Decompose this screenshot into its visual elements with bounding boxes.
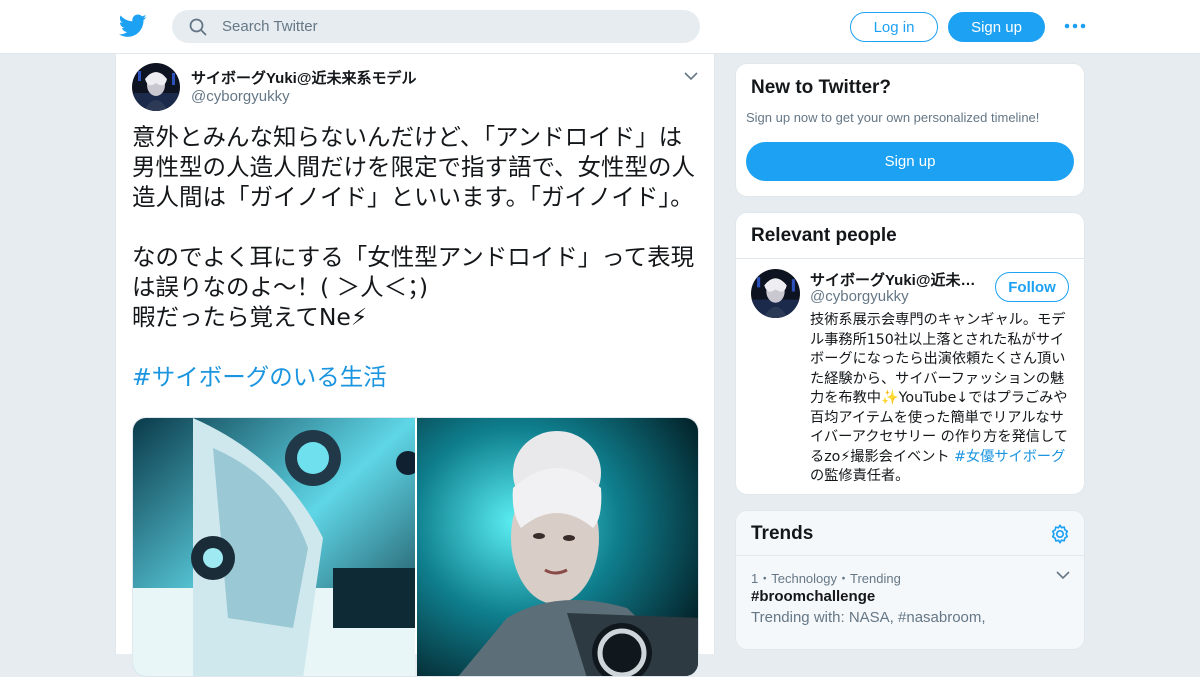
search-bar[interactable] [172, 10, 700, 43]
bio-text: 技術系展示会専門のキャンギャル。モデル事務所150社以上落とされた私がサイボーグ… [810, 312, 1068, 465]
trends-header: Trends [736, 511, 1084, 556]
signup-module-title: New to Twitter? [751, 77, 892, 98]
relevant-user-name[interactable]: サイボーグYuki@近未来系モデル [810, 269, 990, 290]
robot-photo[interactable] [133, 418, 415, 677]
gear-icon[interactable] [1049, 523, 1071, 545]
more-dots-icon[interactable] [1063, 18, 1087, 34]
relevant-people-module: Relevant people サイボーグYuki@近未来系モデル @cybor… [735, 212, 1085, 495]
chevron-down-icon[interactable] [684, 71, 698, 81]
top-navigation-bar: Log in Sign up [0, 0, 1200, 54]
chevron-down-icon[interactable] [1056, 570, 1070, 580]
twitter-bird-icon[interactable] [119, 13, 147, 39]
search-icon [189, 18, 207, 36]
trend-meta: 1・Technology・Trending [751, 571, 901, 586]
relevant-user-handle[interactable]: @cyborgyukky [810, 288, 909, 305]
trend-related: Trending with: NASA, #nasabroom, [751, 609, 986, 626]
tweet-text: 意外とみんな知らないんだけど、「アンドロイド」は男性型の人造人間だけを限定で指す… [132, 122, 702, 392]
tweet-media[interactable] [132, 417, 699, 677]
bio-text: の監修責任者。 [810, 468, 910, 484]
bio-hashtag-link[interactable]: #女優サイボーグ [954, 449, 1065, 465]
avatar[interactable] [751, 269, 800, 318]
avatar[interactable] [132, 63, 180, 111]
tweet-card: サイボーグYuki@近未来系モデル @cyborgyukky 意外とみんな知らな… [115, 54, 715, 677]
search-input[interactable] [222, 10, 682, 43]
tweet-paragraph: 暇だったら覚えてNe⚡ [132, 303, 368, 331]
gynoid-photo[interactable] [417, 418, 699, 677]
trends-module: Trends 1・Technology・Trending #broomchall… [735, 510, 1085, 650]
follow-button[interactable]: Follow [995, 272, 1069, 302]
login-button[interactable]: Log in [850, 12, 938, 42]
author-handle[interactable]: @cyborgyukky [191, 88, 290, 105]
tweet-paragraph: なのでよく耳にする「女性型アンドロイド」って表現は誤りなのよ～！( ＞人＜；) [132, 243, 695, 301]
signup-button[interactable]: Sign up [948, 12, 1045, 42]
tweet-paragraph: 意外とみんな知らないんだけど、「アンドロイド」は男性型の人造人間だけを限定で指す… [132, 123, 696, 211]
trends-title: Trends [751, 523, 814, 544]
relevant-user-bio: 技術系展示会専門のキャンギャル。モデル事務所150社以上落とされた私がサイボーグ… [810, 311, 1072, 487]
tweet-hashtag-link[interactable]: #サイボーグのいる生活 [132, 362, 702, 392]
signup-module: New to Twitter? Sign up now to get your … [735, 63, 1085, 197]
author-name[interactable]: サイボーグYuki@近未来系モデル [191, 67, 416, 88]
divider [736, 258, 1084, 259]
signup-module-button[interactable]: Sign up [746, 142, 1074, 181]
trend-name-link[interactable]: #broomchallenge [751, 588, 875, 605]
signup-module-subtitle: Sign up now to get your own personalized… [746, 110, 1040, 125]
relevant-people-title: Relevant people [751, 225, 897, 246]
